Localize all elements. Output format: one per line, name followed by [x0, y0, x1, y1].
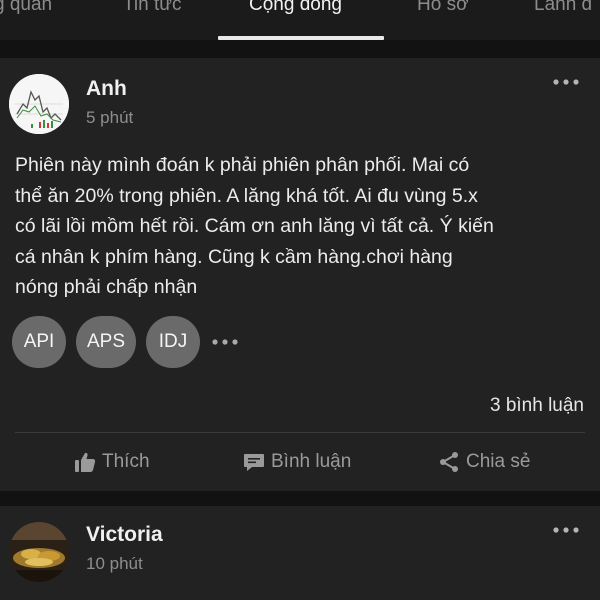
- share-label: Chia sẻ: [466, 451, 531, 472]
- like-button[interactable]: Thích: [74, 449, 150, 475]
- comment-label: Bình luận: [271, 451, 352, 472]
- tab-community[interactable]: Cộng đồng: [249, 0, 342, 16]
- more-tags-icon[interactable]: [211, 337, 239, 347]
- tab-profile[interactable]: Hồ sơ: [417, 0, 469, 16]
- like-label: Thích: [102, 451, 150, 472]
- comment-button[interactable]: Bình luận: [243, 449, 351, 475]
- more-horizontal-icon[interactable]: [552, 76, 580, 88]
- gold-photo-icon: [9, 522, 69, 582]
- thumbs-up-icon: [75, 452, 96, 472]
- tab-bar: g quan Tin tức Cộng đồng Hồ sơ Lãnh đ: [0, 0, 600, 40]
- active-tab-indicator: [218, 36, 384, 40]
- post-time: 5 phút: [86, 108, 134, 127]
- author-name[interactable]: Victoria: [86, 523, 163, 547]
- share-icon: [440, 452, 458, 472]
- comment-count[interactable]: 3 bình luận: [490, 395, 584, 417]
- tag-chip[interactable]: API: [12, 316, 66, 368]
- avatar[interactable]: [9, 522, 69, 582]
- comment-icon: [244, 454, 264, 471]
- author-name[interactable]: Anh: [86, 77, 127, 101]
- tag-chip[interactable]: APS: [76, 316, 136, 368]
- divider: [15, 432, 585, 433]
- post-card: Victoria 10 phút: [0, 506, 600, 600]
- tab-news[interactable]: Tin tức: [123, 0, 181, 16]
- post-card: Anh 5 phút Phiên này mình đoán k phải ph…: [0, 58, 600, 491]
- tab-leaders[interactable]: Lãnh đ: [534, 0, 592, 16]
- tab-overview[interactable]: g quan: [0, 0, 52, 16]
- post-content: Phiên này mình đoán k phải phiên phân ph…: [15, 154, 494, 298]
- more-horizontal-icon[interactable]: [552, 524, 580, 536]
- post-time: 10 phút: [86, 554, 143, 573]
- chart-thumbnail-icon: [9, 74, 69, 134]
- tag-chip[interactable]: IDJ: [146, 316, 200, 368]
- avatar[interactable]: [9, 74, 69, 134]
- share-button[interactable]: Chia sẻ: [438, 449, 530, 475]
